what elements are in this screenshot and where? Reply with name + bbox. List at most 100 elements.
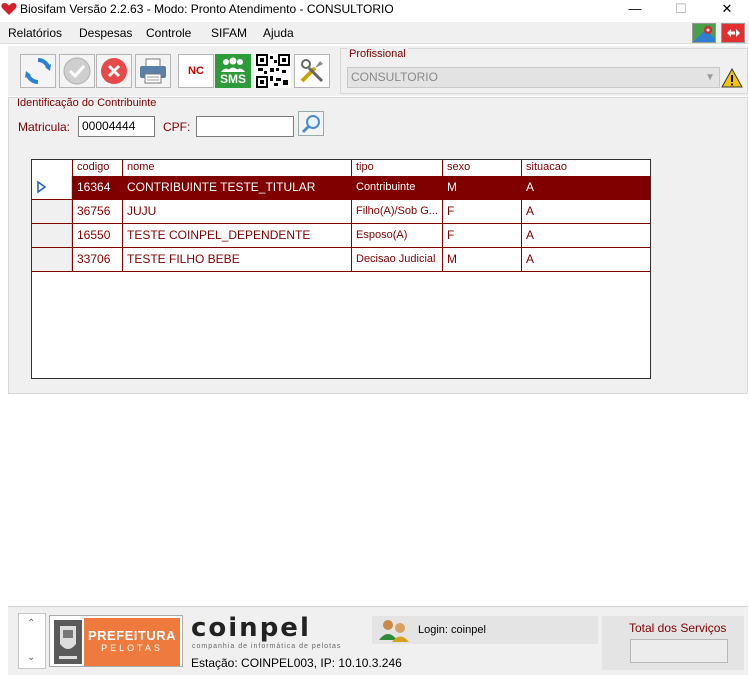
cell-codigo: 36756	[72, 200, 122, 223]
title-bar: Biosifam Versão 2.2.63 - Modo: Pronto At…	[0, 0, 749, 20]
scroll-down-icon[interactable]: ⌄	[27, 652, 35, 663]
header-tipo[interactable]: tipo	[351, 160, 442, 176]
qrcode-button[interactable]	[255, 54, 291, 88]
matricula-label: Matricula:	[18, 120, 71, 134]
profissional-label: Profissional	[347, 48, 408, 60]
profissional-value: CONSULTORIO	[351, 70, 438, 84]
matricula-field[interactable]: 00004444	[78, 116, 155, 137]
row-indicator	[32, 200, 72, 223]
cell-tipo: Contribuinte	[351, 176, 442, 199]
exit-arrows-icon	[722, 24, 744, 42]
qrcode-icon	[256, 54, 290, 88]
cpf-field[interactable]	[196, 116, 294, 137]
app-window: Biosifam Versão 2.2.63 - Modo: Pronto At…	[0, 0, 749, 675]
tools-icon	[300, 59, 324, 83]
cell-sexo: F	[442, 200, 521, 223]
window-title: Biosifam Versão 2.2.63 - Modo: Pronto At…	[20, 2, 394, 16]
chevron-down-icon: ▼	[705, 72, 715, 83]
cancel-x-icon	[101, 58, 127, 84]
warning-icon	[721, 68, 743, 88]
close-button[interactable]: ✕	[704, 0, 749, 20]
prefeitura-logo: PREFEITURA PELOTAS	[49, 615, 183, 667]
table-row[interactable]: 33706 TESTE FILHO BEBE Decisao Judicial …	[32, 248, 650, 272]
contribuintes-grid[interactable]: codigo nome tipo sexo situacao 16364 CON…	[31, 159, 651, 379]
header-codigo[interactable]: codigo	[72, 160, 122, 176]
menu-despesas[interactable]: Despesas	[79, 26, 132, 40]
cell-codigo: 16364	[72, 176, 122, 199]
scroll-up-icon[interactable]: ⌃	[27, 618, 35, 629]
print-button[interactable]	[135, 54, 171, 88]
map-pin-icon	[693, 24, 715, 42]
header-indicator	[32, 160, 72, 176]
toolbar: NC SMS Profissional CONSULTORIO ▼	[8, 46, 748, 96]
cell-nome: TESTE FILHO BEBE	[122, 248, 351, 271]
cell-situacao: A	[521, 224, 650, 247]
nc-label: NC	[188, 65, 204, 77]
cell-nome: TESTE COINPEL_DEPENDENTE	[122, 224, 351, 247]
cell-situacao: A	[521, 248, 650, 271]
search-button[interactable]	[298, 111, 324, 136]
nc-button[interactable]: NC	[178, 54, 214, 88]
prefeitura-line1: PREFEITURA	[87, 628, 177, 643]
prefeitura-line2: PELOTAS	[101, 643, 163, 653]
profissional-group: Profissional CONSULTORIO ▼	[340, 48, 748, 94]
cell-sexo: F	[442, 224, 521, 247]
exit-icon[interactable]	[721, 23, 745, 43]
cell-codigo: 16550	[72, 224, 122, 247]
tools-button[interactable]	[294, 54, 330, 88]
table-row[interactable]: 36756 JUJU Filho(A)/Sob G... F A	[32, 200, 650, 224]
cell-sexo: M	[442, 176, 521, 199]
check-icon	[63, 57, 91, 85]
confirm-button[interactable]	[59, 54, 95, 88]
grid-header: codigo nome tipo sexo situacao	[32, 160, 650, 176]
identificacao-group-label: Identificação do Contribuinte	[17, 97, 157, 109]
prefeitura-box: PREFEITURA PELOTAS	[84, 618, 180, 666]
cancel-button[interactable]	[96, 54, 132, 88]
row-indicator	[32, 224, 72, 247]
menu-bar: Relatórios Despesas Controle SIFAM Ajuda	[0, 22, 749, 44]
menu-ajuda[interactable]: Ajuda	[263, 26, 294, 40]
menu-controle[interactable]: Controle	[146, 26, 191, 40]
header-sexo[interactable]: sexo	[442, 160, 521, 176]
table-row[interactable]: 16364 CONTRIBUINTE TESTE_TITULAR Contrib…	[32, 176, 650, 200]
header-situacao[interactable]: situacao	[521, 160, 650, 176]
menu-relatorios[interactable]: Relatórios	[8, 26, 62, 40]
header-nome[interactable]: nome	[122, 160, 351, 176]
status-scroll[interactable]: ⌃ ⌄	[18, 613, 46, 669]
heart-app-icon	[1, 3, 17, 15]
cell-tipo: Esposo(A)	[351, 224, 442, 247]
table-row[interactable]: 16550 TESTE COINPEL_DEPENDENTE Esposo(A)…	[32, 224, 650, 248]
menu-sifam[interactable]: SIFAM	[211, 26, 247, 40]
coinpel-logo: coinpel	[191, 613, 311, 643]
cpf-label: CPF:	[163, 120, 191, 134]
cell-sexo: M	[442, 248, 521, 271]
sms-button[interactable]: SMS	[215, 54, 251, 88]
warning-button[interactable]	[719, 67, 745, 89]
cell-situacao: A	[521, 200, 650, 223]
login-panel: Login: coinpel	[372, 616, 598, 644]
login-text: Login: coinpel	[418, 624, 486, 636]
users-icon	[379, 620, 409, 642]
maximize-button[interactable]: ☐	[658, 0, 704, 20]
map-icon[interactable]	[692, 23, 716, 43]
total-panel: Total dos Serviços	[602, 616, 744, 670]
profissional-select[interactable]: CONSULTORIO ▼	[347, 67, 720, 88]
refresh-icon	[25, 58, 51, 84]
crest-icon	[54, 620, 82, 664]
minimize-button[interactable]: —	[612, 0, 658, 20]
estacao-info: Estação: COINPEL003, IP: 10.10.3.246	[191, 656, 402, 670]
printer-icon	[140, 58, 166, 84]
cell-situacao: A	[521, 176, 650, 199]
search-icon	[301, 114, 320, 133]
row-indicator	[32, 248, 72, 271]
row-indicator	[32, 176, 72, 199]
cell-nome: CONTRIBUINTE TESTE_TITULAR	[122, 176, 351, 199]
people-icon	[221, 57, 245, 72]
status-bar: ⌃ ⌄ PREFEITURA PELOTAS coinpel companhia…	[8, 606, 748, 675]
row-pointer-icon	[37, 180, 47, 194]
refresh-button[interactable]	[20, 54, 56, 88]
total-servicos-label: Total dos Serviços	[629, 621, 727, 635]
sms-label: SMS	[219, 72, 246, 86]
total-servicos-value	[630, 639, 728, 663]
coinpel-subtitle: companhia de informática de pelotas	[192, 643, 342, 650]
